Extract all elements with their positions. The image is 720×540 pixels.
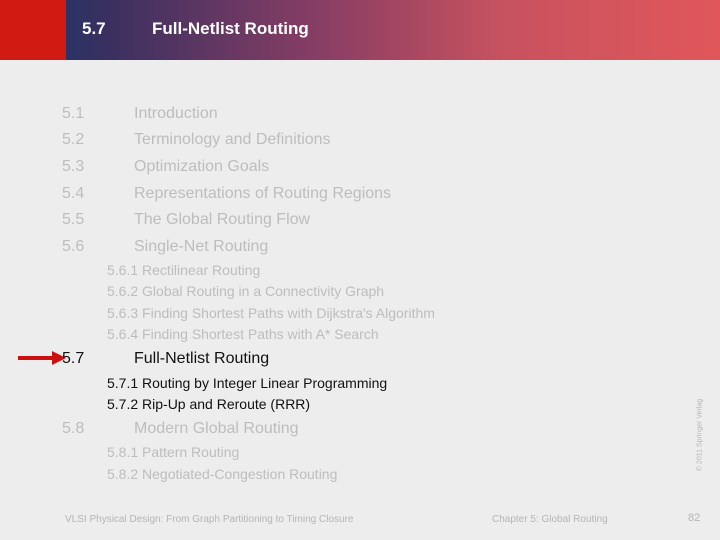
section-number: 5.5 <box>62 211 85 228</box>
section-title: Single-Net Routing <box>134 238 269 255</box>
section-number: 5.3 <box>62 158 85 175</box>
footer-book-title: VLSI Physical Design: From Graph Partiti… <box>65 514 354 525</box>
page-number: 82 <box>688 512 701 524</box>
toc-subsection-5-7-1: 5.7.1 Routing by Integer Linear Programm… <box>107 375 388 391</box>
section-number: 5.6 <box>62 238 85 255</box>
toc-subsection-5-6-1: 5.6.1 Rectilinear Routing <box>107 262 261 278</box>
section-title: Representations of Routing Regions <box>134 185 392 202</box>
section-title: Optimization Goals <box>134 158 270 175</box>
header-section-number: 5.7 <box>82 19 106 38</box>
toc-subsection-5-6-4: 5.6.4 Finding Shortest Paths with A* Sea… <box>107 326 379 342</box>
section-number: 5.2 <box>62 131 85 148</box>
section-number: 5.4 <box>62 185 85 202</box>
section-title: Modern Global Routing <box>134 420 299 437</box>
toc-subsection-5-7-2: 5.7.2 Rip-Up and Reroute (RRR) <box>107 396 311 412</box>
section-number: 5.8 <box>62 420 85 437</box>
section-title: The Global Routing Flow <box>134 211 311 228</box>
section-title: Full-Netlist Routing <box>134 350 270 367</box>
section-number: 5.1 <box>62 105 85 122</box>
toc-subsection-5-8-2: 5.8.2 Negotiated-Congestion Routing <box>107 466 338 482</box>
slide-header: 5.7 Full-Netlist Routing <box>0 0 720 60</box>
header-red-block <box>0 0 66 60</box>
toc-subsection-5-6-3: 5.6.3 Finding Shortest Paths with Dijkst… <box>107 305 435 321</box>
toc-subsection-5-8-1: 5.8.1 Pattern Routing <box>107 444 240 460</box>
red-arrow-icon <box>18 351 66 365</box>
section-title: Terminology and Definitions <box>134 131 331 148</box>
copyright-notice: © 2011 Springer Verlag <box>696 398 704 472</box>
footer-chapter: Chapter 5: Global Routing <box>492 514 608 525</box>
section-number: 5.7 <box>62 350 85 367</box>
toc-subsection-5-6-2: 5.6.2 Global Routing in a Connectivity G… <box>107 283 385 299</box>
section-title: Introduction <box>134 105 218 122</box>
header-section-title: Full-Netlist Routing <box>152 19 309 38</box>
